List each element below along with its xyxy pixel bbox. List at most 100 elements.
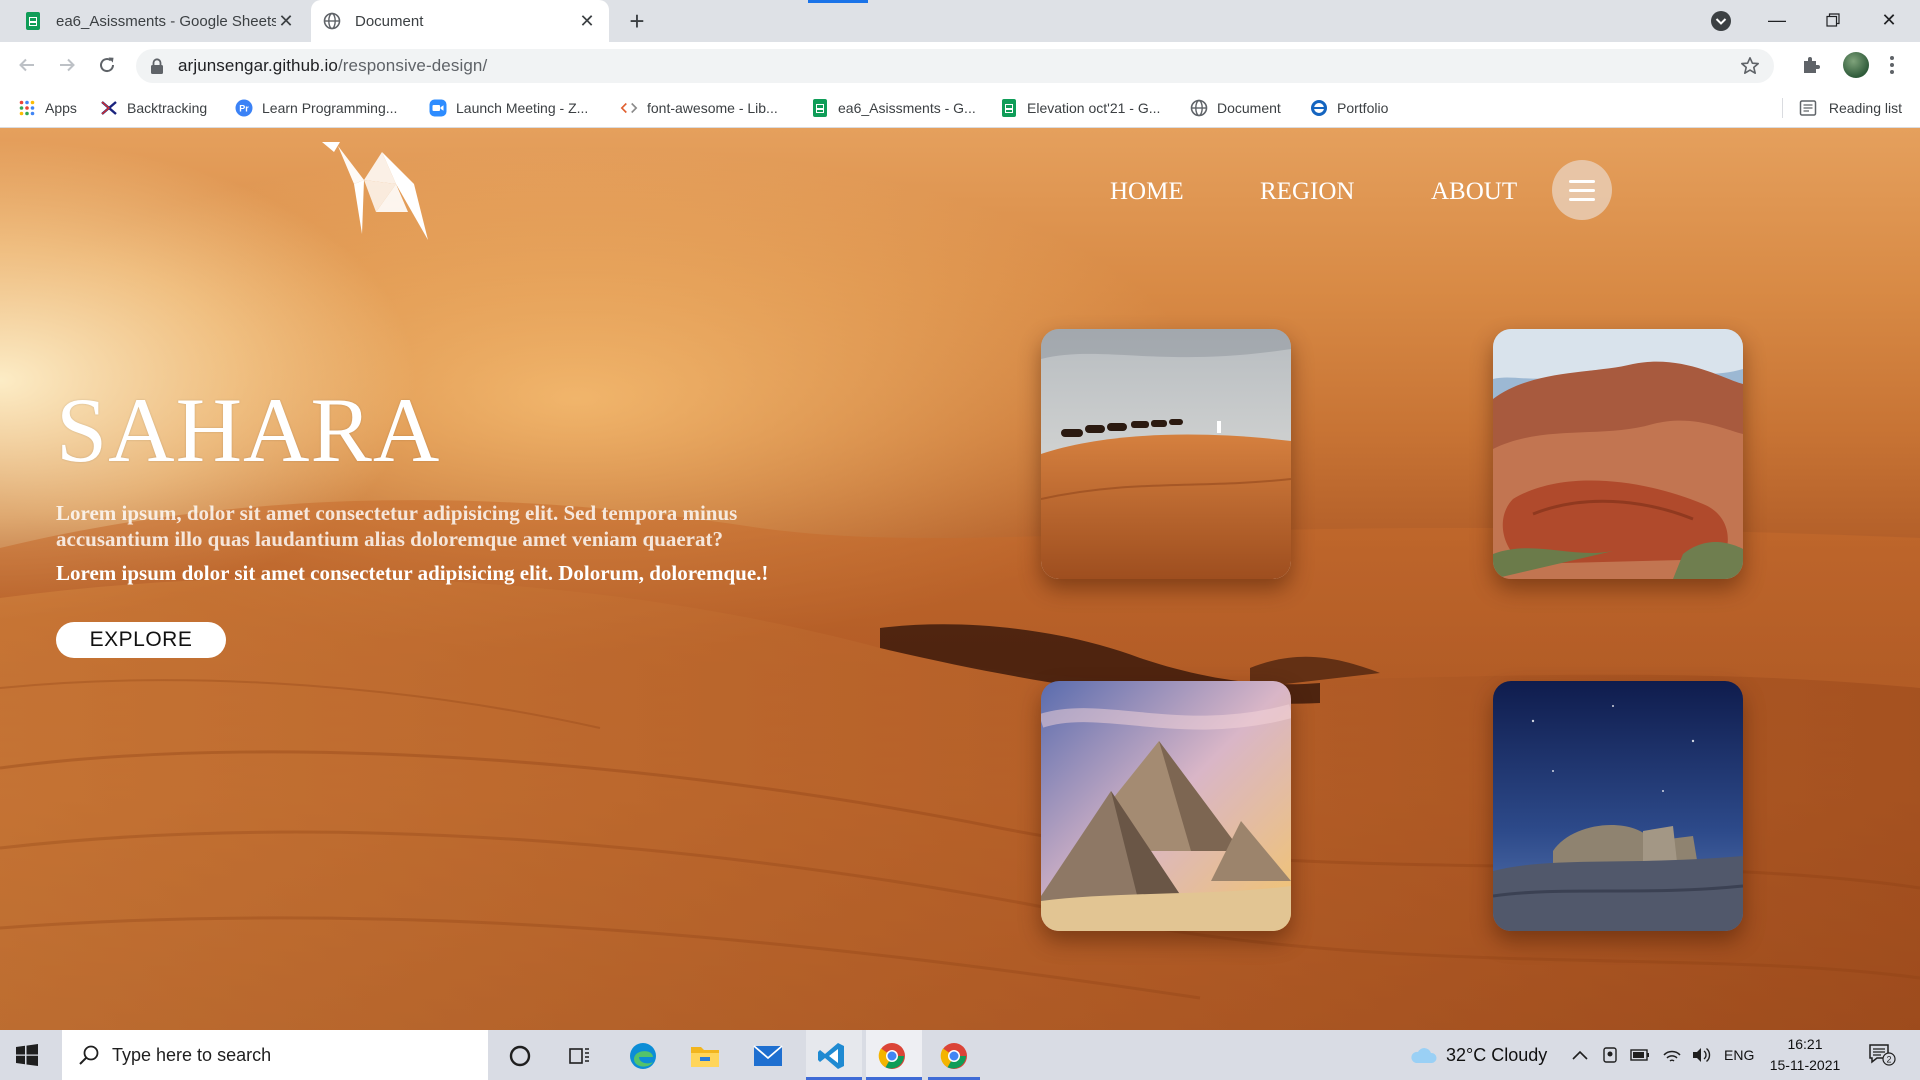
portfolio-icon (1310, 99, 1328, 117)
bookmark-star-icon[interactable] (1740, 56, 1760, 76)
zoom-icon (429, 99, 447, 117)
globe-icon (1190, 99, 1208, 117)
page-viewport: HOME REGION ABOUT SAHARA Lorem ipsum, do… (0, 128, 1920, 1030)
reading-list-icon (1799, 100, 1817, 116)
bookmark-label: Portfolio (1337, 100, 1389, 116)
chrome-icon[interactable] (938, 1040, 970, 1072)
clock-date: 15-11-2021 (1769, 1057, 1841, 1073)
reading-list-label: Reading list (1828, 100, 1902, 116)
close-window-button[interactable]: ✕ (1861, 0, 1917, 40)
bookmark-label: Elevation oct'21 - G... (1027, 100, 1161, 116)
task-view-icon[interactable] (564, 1040, 596, 1072)
red-rock-canyon-photo[interactable] (1493, 329, 1743, 579)
google-sheets-icon (24, 12, 42, 30)
bookmarks-separator (1782, 98, 1783, 118)
browser-toolbar: arjunsengar.github.io/responsive-design/ (0, 42, 1920, 88)
bookmark-document[interactable]: Document (1190, 96, 1281, 120)
bookmark-label: ea6_Asissments - G... (838, 100, 976, 116)
weather-text: 32°C Cloudy (1446, 1044, 1548, 1065)
svg-text:Pr: Pr (239, 104, 249, 114)
windows-taskbar: Type here to search 32°C Cloudy ENG 16:2… (0, 1030, 1920, 1080)
hamburger-menu-icon[interactable] (1552, 160, 1612, 220)
google-sheets-icon (1000, 99, 1018, 117)
windows-start-icon[interactable] (16, 1044, 38, 1066)
reload-button[interactable] (92, 50, 122, 80)
bookmark-apps[interactable]: Apps (18, 96, 77, 120)
cortana-icon[interactable] (504, 1040, 536, 1072)
hero-paragraph: Lorem ipsum, dolor sit amet consectetur … (56, 501, 738, 551)
loading-indicator (808, 0, 868, 3)
show-hidden-icons-chevron-icon[interactable] (1572, 1030, 1588, 1080)
back-button[interactable] (12, 50, 42, 80)
tab-title: Document (355, 12, 424, 30)
clock-time: 16:21 (1787, 1036, 1823, 1052)
programiz-icon: Pr (235, 99, 253, 117)
bookmark-label: Launch Meeting - Z... (456, 100, 589, 116)
code-icon (620, 99, 638, 117)
hero-title: SAHARA (56, 379, 441, 481)
nav-region[interactable]: REGION (1260, 178, 1354, 206)
bookmark-ea6-assessments[interactable]: ea6_Asissments - G... (811, 96, 976, 120)
pyramids-photo[interactable] (1041, 681, 1291, 931)
nav-about[interactable]: ABOUT (1431, 178, 1517, 206)
origami-bird-logo[interactable] (318, 140, 450, 240)
notification-count: 2 (1886, 1055, 1891, 1065)
new-tab-button[interactable]: + (622, 6, 652, 36)
reading-list-button[interactable]: Reading list (1799, 96, 1902, 120)
cloud-icon (1411, 1048, 1437, 1063)
tab-title: ea6_Asissments - Google Sheets (56, 12, 276, 30)
lock-icon[interactable] (150, 58, 164, 74)
restore-button[interactable] (1805, 0, 1861, 40)
url-path: /responsive-design/ (337, 56, 488, 75)
close-tab-icon[interactable]: ✕ (577, 11, 597, 31)
bookmark-elevation[interactable]: Elevation oct'21 - G... (1000, 96, 1160, 120)
meet-now-icon[interactable] (1601, 1030, 1619, 1080)
vscode-icon[interactable] (815, 1040, 847, 1072)
bookmark-label: Backtracking (127, 100, 208, 116)
weather-widget[interactable]: 32°C Cloudy (1408, 1030, 1547, 1080)
bookmark-launch-meeting[interactable]: Launch Meeting - Z... (429, 96, 588, 120)
minimize-button[interactable]: — (1749, 0, 1805, 40)
taskbar-search-box[interactable]: Type here to search (62, 1030, 488, 1080)
search-placeholder: Type here to search (112, 1044, 272, 1065)
profile-avatar[interactable] (1843, 52, 1869, 78)
camel-caravan-photo[interactable] (1041, 329, 1291, 579)
bookmark-learn-programming[interactable]: Pr Learn Programming... (235, 96, 397, 120)
nav-home[interactable]: HOME (1110, 178, 1184, 206)
volume-icon[interactable] (1691, 1030, 1711, 1080)
battery-icon[interactable] (1630, 1030, 1650, 1080)
bookmark-site-icon (100, 99, 118, 117)
extensions-puzzle-icon[interactable] (1800, 54, 1822, 76)
bookmark-label: Apps (45, 100, 77, 116)
bookmark-label: Document (1217, 100, 1281, 116)
globe-icon (323, 12, 341, 30)
tab-search-icon[interactable] (1709, 9, 1733, 33)
search-icon (79, 1045, 99, 1065)
google-sheets-icon (811, 99, 829, 117)
forward-button[interactable] (52, 50, 82, 80)
mail-icon[interactable] (752, 1040, 784, 1072)
wifi-icon[interactable] (1662, 1030, 1682, 1080)
bookmark-backtracking[interactable]: Backtracking (100, 96, 207, 120)
bookmark-font-awesome[interactable]: font-awesome - Lib... (620, 96, 778, 120)
bookmark-label: Learn Programming... (262, 100, 398, 116)
language-indicator[interactable]: ENG (1724, 1030, 1754, 1080)
tab-strip: ea6_Asissments - Google Sheets ✕ Documen… (0, 0, 1920, 42)
bookmark-portfolio[interactable]: Portfolio (1310, 96, 1388, 120)
address-bar[interactable]: arjunsengar.github.io/responsive-design/ (136, 49, 1774, 83)
tab-document[interactable]: Document ✕ (311, 0, 609, 42)
tab-google-sheets[interactable]: ea6_Asissments - Google Sheets ✕ (12, 0, 308, 42)
url-host: arjunsengar.github.io (178, 56, 338, 75)
chrome-icon[interactable] (876, 1040, 908, 1072)
edge-browser-icon[interactable] (627, 1040, 659, 1072)
url-text[interactable]: arjunsengar.github.io/responsive-design/ (178, 56, 487, 76)
night-desert-ruins-photo[interactable] (1493, 681, 1743, 931)
explore-button[interactable]: EXPLORE (56, 622, 226, 658)
browser-menu-icon[interactable] (1884, 52, 1900, 78)
taskbar-clock[interactable]: 16:21 15-11-2021 (1762, 1034, 1848, 1076)
hero-paragraph: Lorem ipsum dolor sit amet consectetur a… (56, 561, 769, 585)
file-explorer-icon[interactable] (689, 1040, 721, 1072)
apps-grid-icon (18, 99, 36, 117)
close-tab-icon[interactable]: ✕ (276, 11, 296, 31)
notification-center-icon[interactable]: 2 (1868, 1030, 1896, 1080)
